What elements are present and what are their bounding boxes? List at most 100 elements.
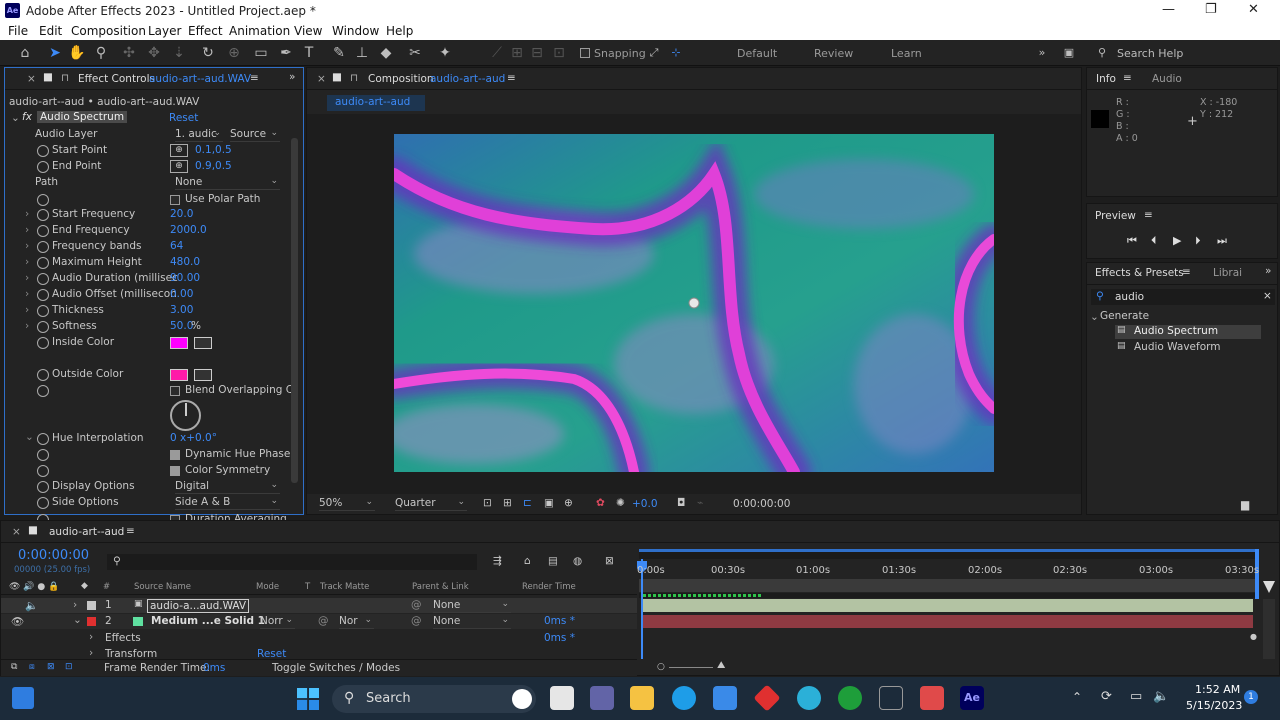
layer2-collapse-icon[interactable]: ⌄ — [73, 614, 82, 626]
guide-icon[interactable]: ⊕ — [564, 497, 573, 509]
dolly-tool-icon[interactable]: ⇣ — [170, 44, 188, 62]
chrome-like-icon[interactable] — [797, 686, 821, 710]
workspace-default[interactable]: Default — [737, 47, 777, 60]
play-icon[interactable]: ▶ — [1173, 234, 1181, 247]
shy-layers-icon[interactable]: ▤ — [548, 555, 558, 567]
point-crosshair-icon[interactable]: ⊕ — [170, 144, 188, 157]
param-checkbox[interactable] — [170, 195, 180, 205]
composition-tab[interactable]: Composition — [368, 73, 434, 85]
layer2-matte-pickwhip-icon[interactable]: @ — [318, 615, 329, 627]
prev-frame-icon[interactable]: ⏴ — [1151, 234, 1157, 248]
file-explorer-icon[interactable] — [550, 686, 574, 710]
axis4-icon[interactable]: ⊡ — [550, 44, 568, 62]
layer-switches-icon[interactable]: ⧉ — [11, 662, 17, 672]
region-icon[interactable]: ▣ — [544, 497, 554, 509]
menu-help[interactable]: Help — [386, 24, 413, 38]
layer2-visibility-icon[interactable]: 👁 — [11, 615, 24, 628]
stopwatch-icon[interactable] — [37, 225, 49, 237]
effect-item-audio-waveform[interactable]: Audio Waveform — [1134, 341, 1220, 353]
maximize-button[interactable]: ❐ — [1205, 2, 1217, 17]
rotate-tool-icon[interactable]: ↻ — [199, 44, 217, 62]
stopwatch-icon[interactable] — [37, 433, 49, 445]
layer1-label-color[interactable] — [87, 601, 96, 610]
snipping-icon[interactable] — [879, 686, 903, 710]
comp-navigator-icon[interactable] — [1263, 581, 1275, 593]
stopwatch-icon[interactable] — [37, 465, 49, 477]
comp-mini-icon[interactable]: ▣ — [1060, 44, 1078, 62]
param-dropdown[interactable]: Side A & B ⌄ — [175, 496, 280, 510]
pan-tool-icon[interactable]: ✥ — [145, 44, 163, 62]
effect-reset-link[interactable]: Reset — [169, 112, 198, 124]
search-help-icon[interactable]: ⚲ — [1093, 44, 1111, 62]
param-value[interactable]: 2000.0 — [170, 224, 207, 236]
param-expand-icon[interactable]: › — [25, 208, 29, 220]
xbox-icon[interactable] — [838, 686, 862, 710]
layer2-name[interactable]: Medium ...e Solid 1 — [151, 615, 265, 627]
menu-view[interactable]: View — [294, 24, 322, 38]
axis-icon[interactable]: ⟋ — [488, 44, 506, 62]
stopwatch-icon[interactable] — [37, 321, 49, 333]
axis3-icon[interactable]: ⊟ — [528, 44, 546, 62]
brush-tool-icon[interactable]: ✎ — [330, 44, 348, 62]
timeline-search-field[interactable]: ⚲ — [107, 554, 477, 570]
snap-targets-icon[interactable]: ⊹ — [667, 44, 685, 62]
in-out-icon[interactable]: ⊠ — [47, 662, 55, 672]
show-hidden-icons[interactable]: ⌃ — [1072, 690, 1082, 704]
zoom-in-icon[interactable]: ⛰ — [717, 660, 725, 671]
layer-row-2[interactable]: 👁 ⌄ 2 Medium ...e Solid 1 Norr ⌄ @ Nor ⌄ @… — [1, 614, 637, 629]
roto-brush-icon[interactable]: ✂ — [406, 44, 424, 62]
folder-icon[interactable] — [630, 686, 654, 710]
stopwatch-icon[interactable] — [37, 481, 49, 493]
fx-icon[interactable]: fx — [22, 111, 32, 123]
recorder-icon[interactable] — [920, 686, 944, 710]
audio-source-dropdown[interactable]: Source ⌄ — [230, 128, 280, 142]
info-menu-icon[interactable]: ≡ — [1123, 72, 1132, 84]
param-value[interactable]: 0.9,0.5 — [195, 160, 232, 172]
param-expand-icon[interactable]: › — [25, 320, 29, 332]
layer2-mode-dropdown[interactable]: Norr ⌄ — [260, 615, 295, 629]
selection-tool-icon[interactable]: ➤ — [46, 44, 64, 62]
mask-icon[interactable]: ⊏ — [523, 497, 532, 509]
info-tab[interactable]: Info — [1096, 73, 1116, 85]
param-value[interactable]: 64 — [170, 240, 183, 252]
param-dropdown[interactable]: None ⌄ — [175, 176, 280, 190]
effects-expand-icon[interactable]: » — [1265, 265, 1271, 277]
param-expand-icon[interactable]: › — [25, 288, 29, 300]
stopwatch-icon[interactable] — [37, 289, 49, 301]
comp-close-icon[interactable]: × — [317, 73, 326, 85]
effects-search-field[interactable]: ⚲ audio × — [1091, 289, 1275, 305]
effects-menu-icon[interactable]: ≡ — [1182, 266, 1191, 278]
param-expand-icon[interactable]: › — [25, 272, 29, 284]
timeline-tab[interactable]: audio-art--aud — [49, 526, 124, 538]
timeline-lock-icon[interactable]: ■ — [28, 524, 38, 536]
col-source-name[interactable]: Source Name — [134, 582, 191, 592]
stopwatch-icon[interactable] — [37, 194, 49, 206]
menu-layer[interactable]: Layer — [148, 24, 181, 38]
render-time-icon[interactable]: ⊡ — [65, 662, 73, 672]
layer2-pickwhip-icon[interactable]: @ — [411, 615, 422, 627]
after-effects-taskbar-icon[interactable]: Ae — [960, 686, 984, 710]
resolution-dropdown[interactable]: Quarter ⌄ — [395, 497, 467, 511]
menu-composition[interactable]: Composition — [71, 24, 146, 38]
param-value[interactable]: 480.0 — [170, 256, 200, 268]
toggle-switches-modes[interactable]: Toggle Switches / Modes — [272, 662, 400, 674]
preview-menu-icon[interactable]: ≡ — [1144, 209, 1153, 221]
type-tool-icon[interactable]: T — [300, 44, 318, 62]
point-crosshair-icon[interactable]: ⊕ — [170, 160, 188, 173]
param-expand-icon[interactable]: › — [25, 224, 29, 236]
layer1-expand-icon[interactable]: › — [73, 599, 77, 611]
graph-editor-icon[interactable]: ⊠ — [605, 555, 614, 567]
timeline-timecode[interactable]: 0:00:00:00 — [18, 548, 89, 563]
workspace-learn[interactable]: Learn — [891, 47, 922, 60]
layer2-parent-dropdown[interactable]: None ⌄ — [433, 615, 511, 629]
param-value[interactable]: 3.00 — [170, 304, 193, 316]
param-value[interactable]: 0.1,0.5 — [195, 144, 232, 156]
param-dropdown[interactable]: Digital ⌄ — [175, 480, 280, 494]
comp-timecode[interactable]: 0:00:00:00 — [733, 498, 790, 510]
libraries-tab[interactable]: Librai — [1213, 267, 1242, 279]
layer1-parent-dropdown[interactable]: None ⌄ — [433, 599, 511, 613]
workspace-review[interactable]: Review — [814, 47, 853, 60]
param-checkbox[interactable] — [170, 450, 180, 460]
clock-date[interactable]: 5/15/2023 — [1186, 699, 1242, 712]
effect-controls-scrollbar[interactable] — [291, 138, 298, 483]
